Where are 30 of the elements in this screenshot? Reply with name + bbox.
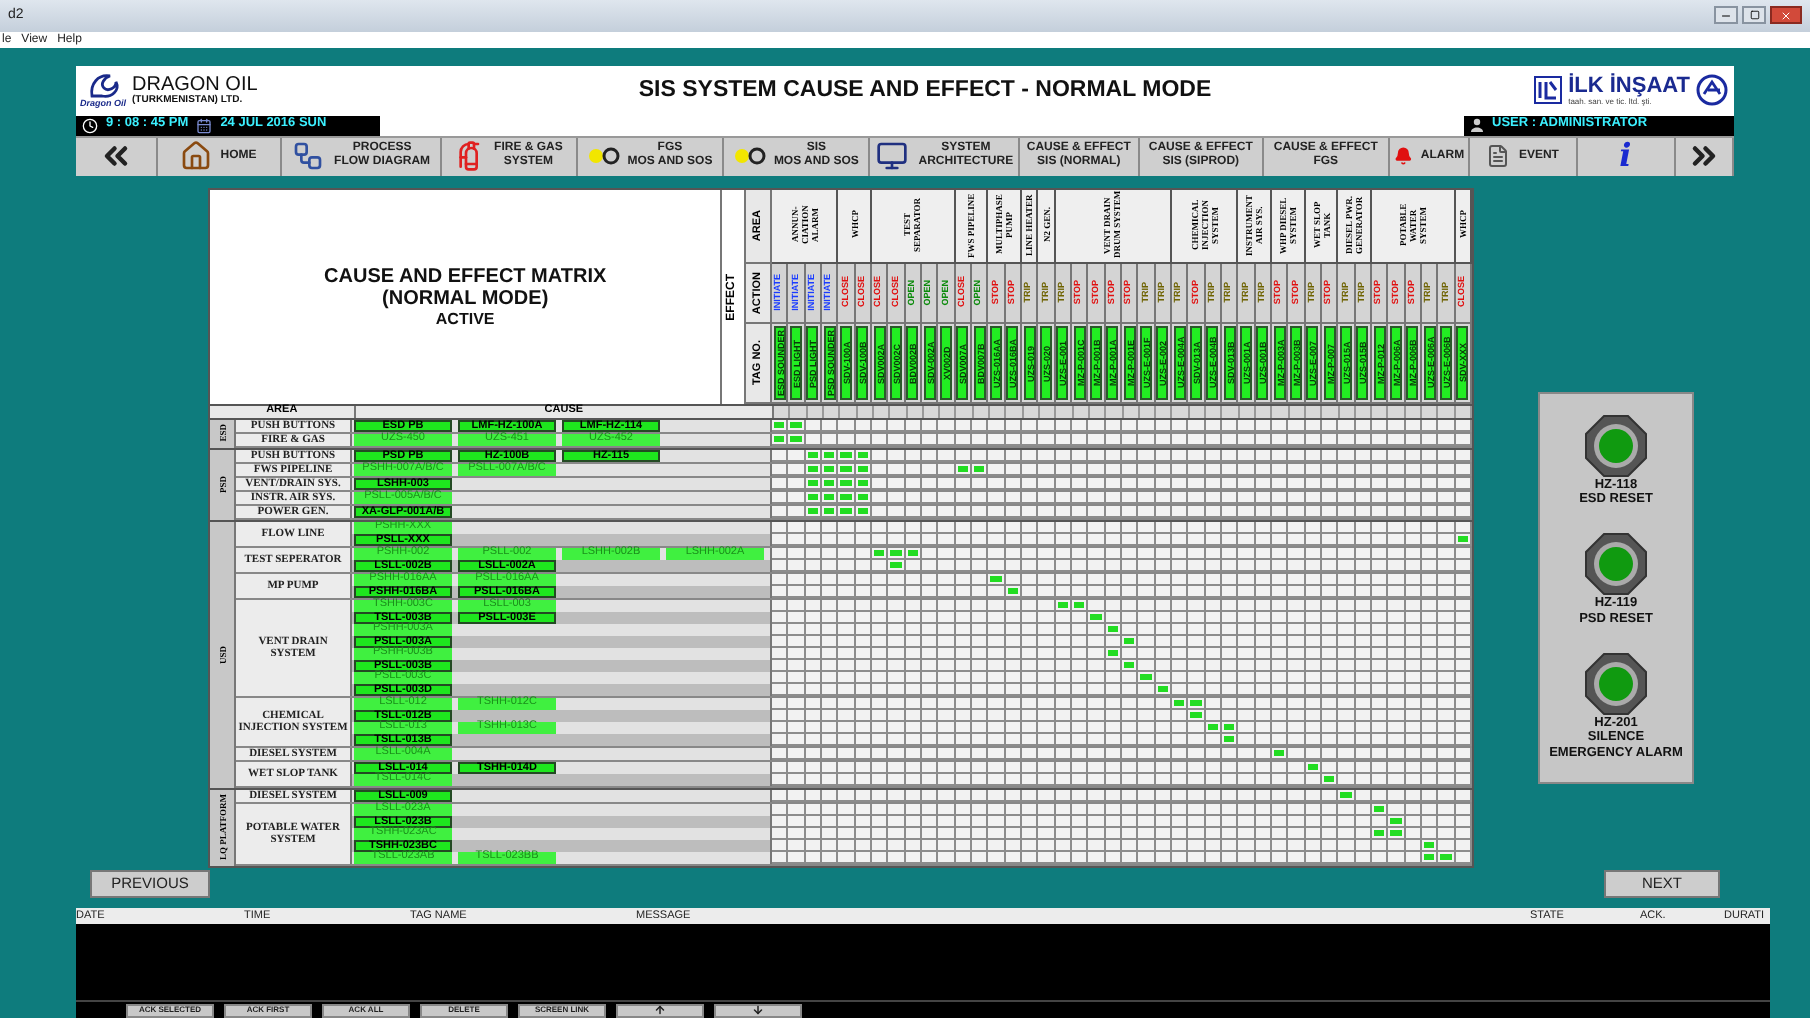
maximize-icon — [1749, 10, 1759, 21]
document-icon — [1486, 140, 1511, 173]
page-title: SIS SYSTEM CAUSE AND EFFECT - NORMAL MODE — [638, 75, 1212, 106]
scroll-down-button[interactable] — [714, 1003, 802, 1017]
monitor-icon — [874, 140, 911, 173]
company-name: DRAGON OIL — [132, 74, 258, 97]
arrow-down-icon — [752, 1004, 764, 1016]
user-icon — [1470, 118, 1484, 133]
indicator-lamps-icon — [733, 146, 766, 167]
matrix-status: ACTIVE — [435, 309, 495, 330]
minimize-icon — [1720, 9, 1732, 22]
minimize-button[interactable] — [1714, 6, 1738, 25]
close-button[interactable] — [1770, 6, 1802, 25]
house-icon — [180, 140, 213, 173]
maximize-button[interactable] — [1742, 6, 1766, 25]
diagram-icon — [290, 140, 327, 173]
matrix-subtitle: (NORMAL MODE) — [382, 287, 549, 310]
contractor-name: İLK İNŞAAT — [1568, 74, 1690, 99]
dragon-logo-icon — [85, 72, 121, 101]
round-button-icon — [1584, 651, 1648, 716]
round-button-icon — [1584, 532, 1648, 597]
scroll-up-button[interactable] — [616, 1003, 704, 1017]
circle-logo-icon — [1696, 74, 1728, 107]
company-logo-icon — [1534, 76, 1563, 105]
round-button-icon — [1584, 413, 1648, 478]
arrow-up-icon — [654, 1004, 666, 1016]
calendar-icon — [196, 117, 213, 134]
indicator-lamps-icon — [587, 146, 620, 167]
close-icon — [1780, 9, 1792, 22]
matrix-title: CAUSE AND EFFECT MATRIX — [324, 265, 607, 288]
